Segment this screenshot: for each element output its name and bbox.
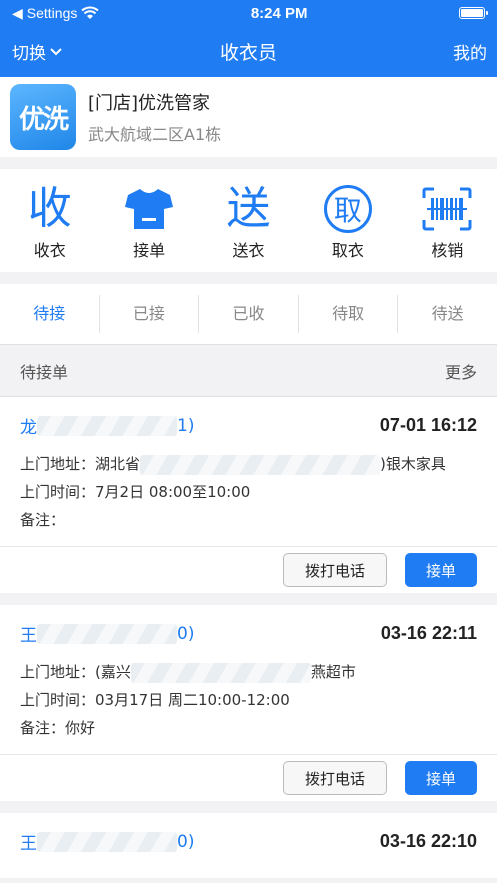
store-address: 武大航域二区A1栋 (88, 125, 222, 144)
visit-address: 上门地址：湖北省)银木家具 (20, 454, 446, 475)
tab-accepted[interactable]: 已接 (100, 295, 200, 333)
visit-address: 上门地址：(嘉兴 燕超市 (20, 662, 356, 683)
accept-button[interactable]: 接单 (405, 553, 477, 587)
customer-name[interactable]: 王 0) (20, 829, 194, 854)
order-tabs: 待接 已接 已收 待取 待送 (0, 284, 497, 345)
status-time: 8:24 PM (250, 4, 308, 22)
call-button[interactable]: 拨打电话 (283, 553, 387, 587)
wifi-icon (81, 6, 100, 19)
redacted-text (37, 415, 177, 436)
order-time: 03-16 22:11 (380, 623, 477, 643)
visit-time: 上门时间：7月2日 08:00至10:00 (20, 483, 251, 501)
page-title: 收衣员 (219, 42, 277, 64)
section-title: 待接单 (20, 362, 69, 382)
tab-received[interactable]: 已收 (199, 295, 299, 333)
action-deliver[interactable]: 送 送衣 (199, 169, 298, 272)
deliver-icon: 送 (226, 183, 271, 234)
call-button[interactable]: 拨打电话 (283, 761, 387, 795)
nav-bar: 切换 收衣员 我的 (0, 26, 497, 77)
switch-label: 切换 (12, 44, 46, 64)
customer-name[interactable]: 龙 1) (20, 413, 194, 438)
visit-time: 上门时间：03月17日 周二10:00-12:00 (20, 691, 290, 709)
order-card[interactable]: 王 0) 03-16 22:11 上门地址：(嘉兴 燕超市 上门时间：03月17日… (0, 605, 497, 801)
back-arrow-icon[interactable]: ◀ (12, 5, 23, 22)
action-grid: 收 收衣 接单 送 送衣 取 取衣 核销 (0, 169, 497, 272)
battery-icon (458, 7, 488, 19)
action-label: 接单 (133, 241, 166, 260)
customer-name[interactable]: 王 0) (20, 621, 194, 646)
switch-button[interactable]: 切换 (12, 39, 63, 64)
redacted-text (140, 454, 381, 475)
order-card[interactable]: 龙 1) 07-01 16:12 上门地址：湖北省)银木家具 上门时间：7月2日… (0, 397, 497, 593)
status-bar: ◀ Settings 8:24 PM (0, 0, 497, 26)
barcode-scan-icon (422, 187, 472, 231)
tab-pending[interactable]: 待接 (0, 295, 100, 333)
redacted-text (37, 831, 177, 852)
action-label: 收衣 (33, 241, 66, 260)
chevron-down-icon (50, 47, 62, 55)
top-bar: ◀ Settings 8:24 PM 切换 收衣员 我的 (0, 0, 497, 77)
store-name: [门店]优洗管家 (88, 93, 211, 114)
order-note: 备注：你好 (20, 719, 96, 737)
tab-to-pickup[interactable]: 待取 (299, 295, 399, 333)
order-note: 备注： (20, 511, 66, 529)
carrier-label: Settings (26, 5, 78, 21)
redacted-text (37, 623, 177, 644)
more-link[interactable]: 更多 (445, 359, 477, 383)
mine-button[interactable]: 我的 (453, 39, 487, 64)
action-label: 送衣 (232, 241, 265, 260)
receive-icon: 收 (27, 183, 72, 234)
tab-to-deliver[interactable]: 待送 (398, 295, 497, 333)
pickup-icon: 取 (323, 185, 372, 233)
order-time: 07-01 16:12 (379, 415, 477, 435)
action-accept-order[interactable]: 接单 (99, 169, 198, 272)
action-pickup[interactable]: 取 取衣 (298, 169, 397, 272)
store-card[interactable]: 优洗 [门店]优洗管家 武大航域二区A1栋 (0, 77, 497, 157)
store-logo: 优洗 (10, 84, 76, 150)
order-card[interactable]: 王 0) 03-16 22:10 (0, 813, 497, 878)
order-time: 03-16 22:10 (379, 831, 477, 851)
redacted-text (130, 662, 311, 683)
section-header: 待接单 更多 (0, 345, 497, 397)
tshirt-icon (125, 189, 174, 229)
accept-button[interactable]: 接单 (405, 761, 477, 795)
action-verify[interactable]: 核销 (398, 169, 497, 272)
action-label: 核销 (431, 241, 464, 260)
action-receive[interactable]: 收 收衣 (0, 169, 99, 272)
action-label: 取衣 (331, 241, 364, 260)
